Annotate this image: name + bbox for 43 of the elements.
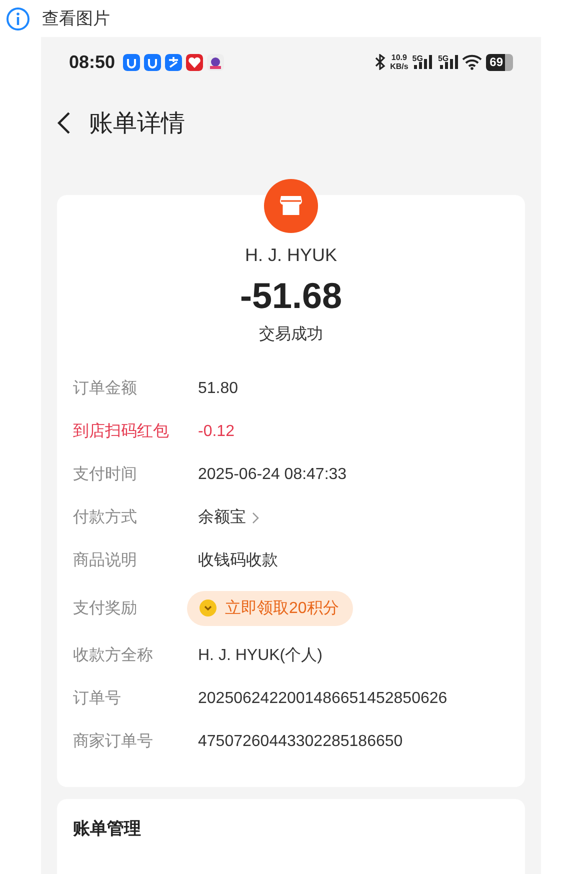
back-button[interactable]	[57, 111, 71, 135]
field-label: 支付时间	[73, 464, 138, 485]
signal-icon	[414, 55, 432, 69]
page-title: 账单详情	[89, 109, 185, 139]
field-value: 收钱码收款	[198, 551, 278, 571]
field-label: 到店扫码红包	[73, 422, 170, 442]
network-speed: 10.9	[391, 53, 407, 62]
network-speed-unit: KB/s	[390, 62, 408, 71]
chevron-icon	[252, 512, 259, 524]
field-label: 支付奖励	[73, 598, 138, 618]
section-title: 账单管理	[73, 818, 142, 840]
wifi-icon	[462, 54, 482, 70]
network-type: 5G	[412, 55, 423, 63]
field-label: 商品说明	[73, 550, 138, 571]
field-value: 2025062422001486651452850626	[198, 690, 448, 708]
network-type: 5G	[438, 55, 449, 63]
amount: -51.68	[238, 274, 344, 318]
field-value: 47507260443302285186650	[198, 732, 403, 750]
battery-level: 69	[486, 54, 513, 70]
field-label: 收款方全称	[73, 646, 154, 666]
app-icon	[207, 54, 224, 70]
field-label: 订单号	[73, 689, 122, 709]
field-label: 商家订单号	[73, 732, 154, 752]
merchant-name: H. J. HYUK	[244, 245, 338, 266]
app-icon	[165, 54, 182, 70]
app-icon	[144, 54, 162, 70]
viewer-title: 查看图片	[42, 8, 110, 30]
field-value: H. J. HYUK(个人)	[198, 646, 322, 666]
bluetooth-icon	[374, 54, 386, 70]
transaction-status: 交易成功	[258, 324, 324, 345]
coin-icon	[199, 599, 217, 617]
back-icon	[57, 111, 71, 135]
app-icon	[123, 54, 140, 70]
info-icon	[6, 6, 30, 30]
field-value: 51.80	[198, 380, 238, 398]
payment-method-link[interactable]: 余额宝	[198, 507, 259, 528]
field-value: -0.12	[198, 422, 234, 440]
field-label: 订单金额	[73, 378, 138, 399]
field-label: 付款方式	[73, 508, 138, 528]
clock: 08:50	[69, 52, 116, 72]
app-icon	[186, 54, 204, 70]
field-value: 2025-06-24 08:47:33	[198, 466, 347, 484]
signal-icon	[440, 55, 458, 69]
